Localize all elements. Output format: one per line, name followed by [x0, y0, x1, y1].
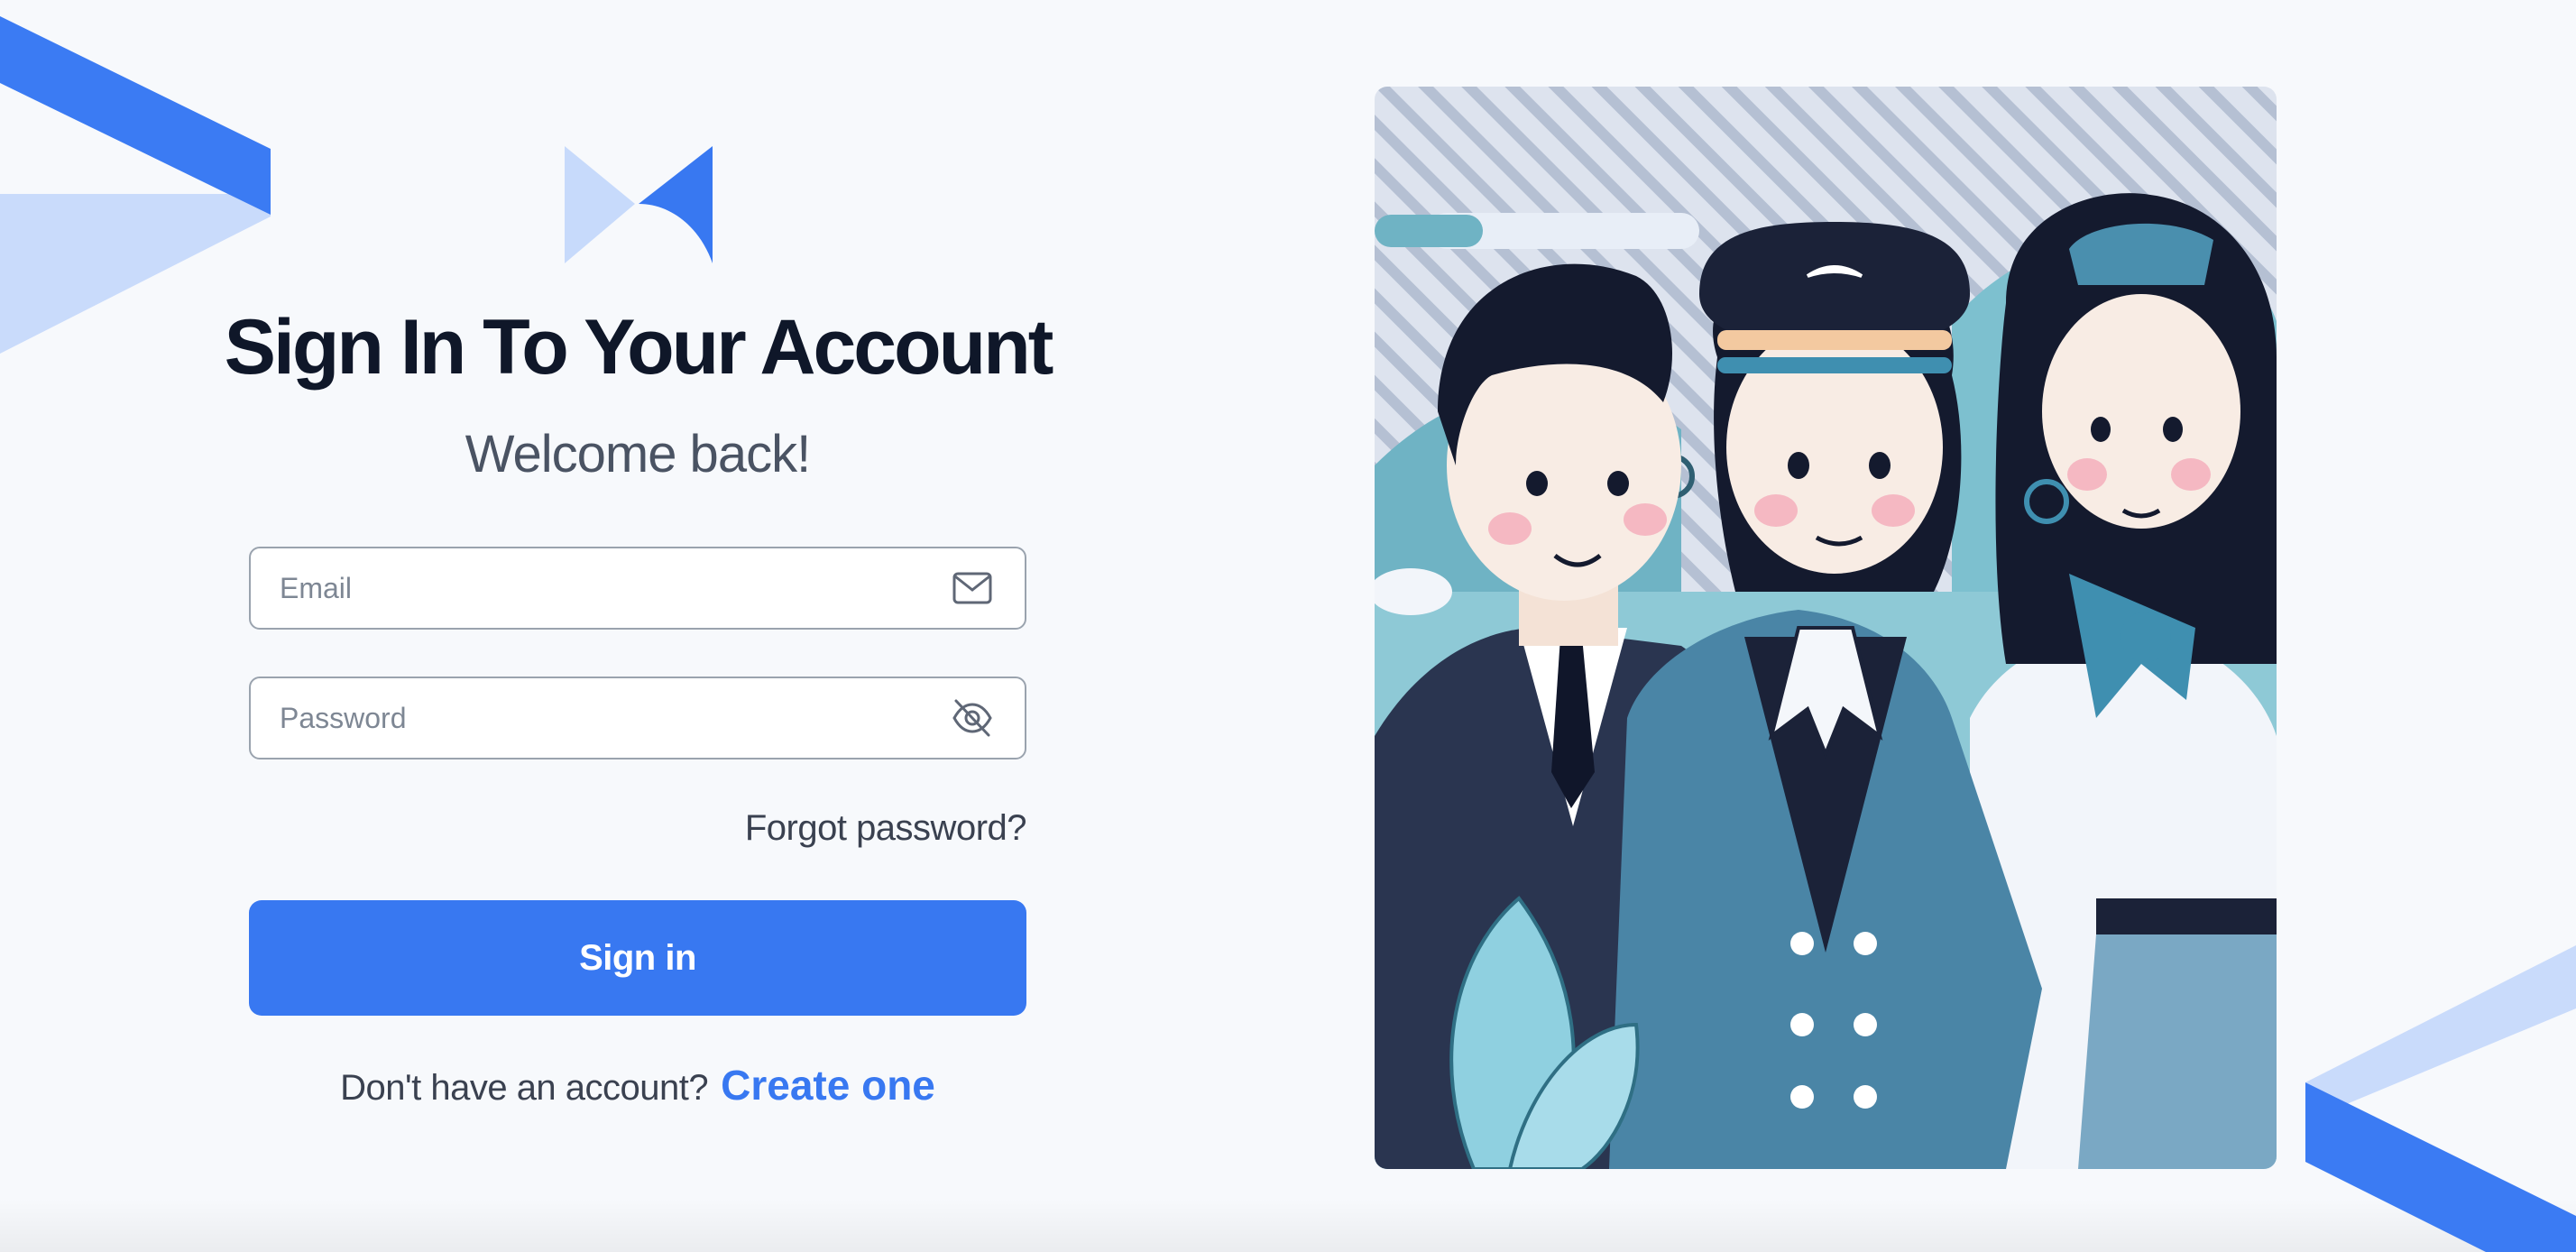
forgot-password-link[interactable]: Forgot password? — [745, 808, 1027, 849]
password-input[interactable] — [251, 678, 951, 758]
mail-icon — [951, 566, 994, 610]
email-field[interactable] — [249, 547, 1026, 630]
email-input[interactable] — [251, 548, 951, 628]
welcome-subtitle: Welcome back! — [465, 425, 811, 483]
hero-illustration — [1375, 87, 2277, 1169]
create-account-link[interactable]: Create one — [721, 1062, 935, 1109]
brand-logo — [565, 146, 713, 263]
password-field[interactable] — [249, 677, 1026, 759]
signup-row: Don't have an account? Create one — [0, 1061, 1275, 1109]
page-title: Sign In To Your Account — [224, 304, 1054, 391]
no-account-text: Don't have an account? — [340, 1068, 709, 1108]
eye-off-icon[interactable] — [951, 696, 994, 740]
decorative-stripes-right — [2305, 945, 2576, 1252]
bottom-shade — [0, 1198, 2576, 1252]
sign-in-button[interactable]: Sign in — [249, 900, 1026, 1016]
